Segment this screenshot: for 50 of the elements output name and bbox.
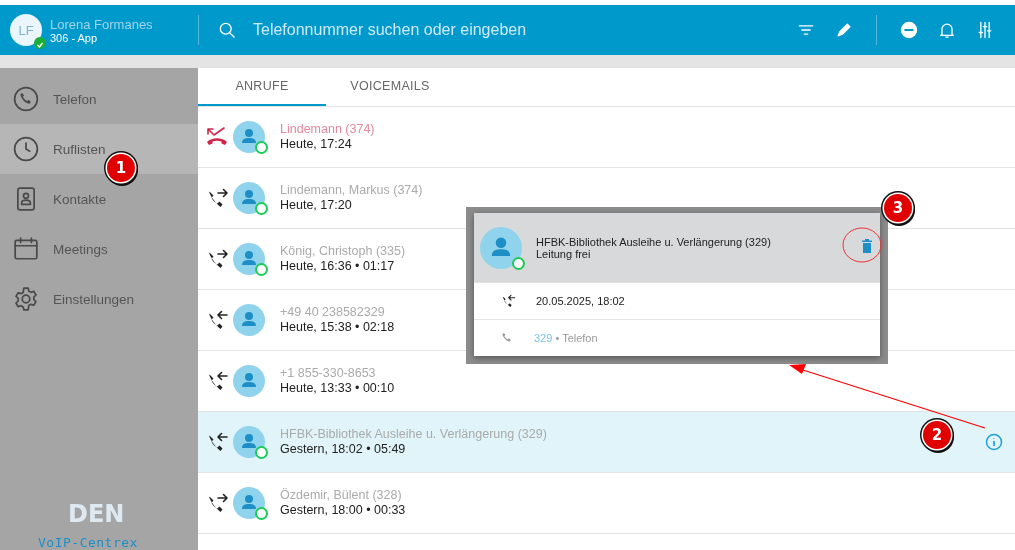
caller-name: +49 40 238582329 <box>280 305 385 320</box>
calendar-icon <box>13 236 39 262</box>
phone-icon <box>13 86 39 112</box>
phone-number: 329 <box>534 332 553 344</box>
clock-icon <box>13 136 39 162</box>
user-name: Lorena Formanes <box>50 16 153 32</box>
call-time: Heute, 16:36 • 01:17 <box>280 259 395 274</box>
annotation-badge: 1 <box>107 154 135 182</box>
call-time: Heute, 17:24 <box>280 137 352 152</box>
gear-icon <box>13 286 39 312</box>
caller-name: Lindemann (374) <box>280 122 375 137</box>
call-time: Heute, 15:38 • 02:18 <box>280 320 395 335</box>
search-icon <box>217 20 237 40</box>
caller-name: König, Christoph (335) <box>280 244 406 259</box>
avatar <box>233 487 265 519</box>
call-time: Gestern, 18:00 • 00:33 <box>280 503 406 518</box>
avatar <box>233 426 265 458</box>
caller-name: Lindemann, Markus (374) <box>280 183 423 198</box>
avatar <box>233 121 265 153</box>
call-time: Heute, 17:20 <box>280 198 352 213</box>
info-icon[interactable] <box>985 433 1003 451</box>
caller-name: Özdemir, Bülent (328) <box>280 488 402 503</box>
phone-type: • Telefon <box>555 332 598 344</box>
call-row[interactable]: Lindemann (374) Heute, 17:24 <box>198 107 1015 168</box>
contact-name: HFBK-Bibliothek Ausleihe u. Verlängerung (329) <box>536 235 771 248</box>
incoming-call-icon <box>500 293 516 309</box>
call-time: Heute, 13:33 • 00:10 <box>280 381 395 396</box>
avatar <box>480 226 522 269</box>
call-row[interactable]: Özdemir, Bülent (328) Gestern, 18:00 • 00:33 <box>198 473 1015 534</box>
tab[interactable]: ANRUFE <box>198 68 326 106</box>
caller-name: HFBK-Bibliothek Ausleihe u. Verlängerung (329) <box>280 427 547 442</box>
user-avatar: LF <box>10 14 42 46</box>
caller-name: +1 855-330-8653 <box>280 366 376 381</box>
do-not-disturb-icon[interactable] <box>899 20 919 40</box>
search-field[interactable]: Telefonnummer suchen oder eingeben <box>251 20 675 40</box>
line-status: Leitung frei <box>536 247 591 260</box>
annotation-badge: 2 <box>923 421 951 449</box>
trash-icon[interactable] <box>862 239 872 253</box>
annotation-badge: 3 <box>884 194 912 222</box>
avatar <box>233 304 265 336</box>
call-date: 20.05.2025, 18:02 <box>536 295 625 307</box>
avatar <box>233 365 265 397</box>
tab[interactable]: VOICEMAILS <box>326 68 454 106</box>
avatar <box>233 243 265 275</box>
annotation-ellipse <box>842 227 882 263</box>
avatar <box>233 182 265 214</box>
logo-caption: VoIP-Centrex <box>38 535 138 550</box>
user-line: 306 - App <box>50 31 99 44</box>
call-time: Gestern, 18:02 • 05:49 <box>280 442 406 457</box>
logo-mark: DEN <box>68 502 125 526</box>
